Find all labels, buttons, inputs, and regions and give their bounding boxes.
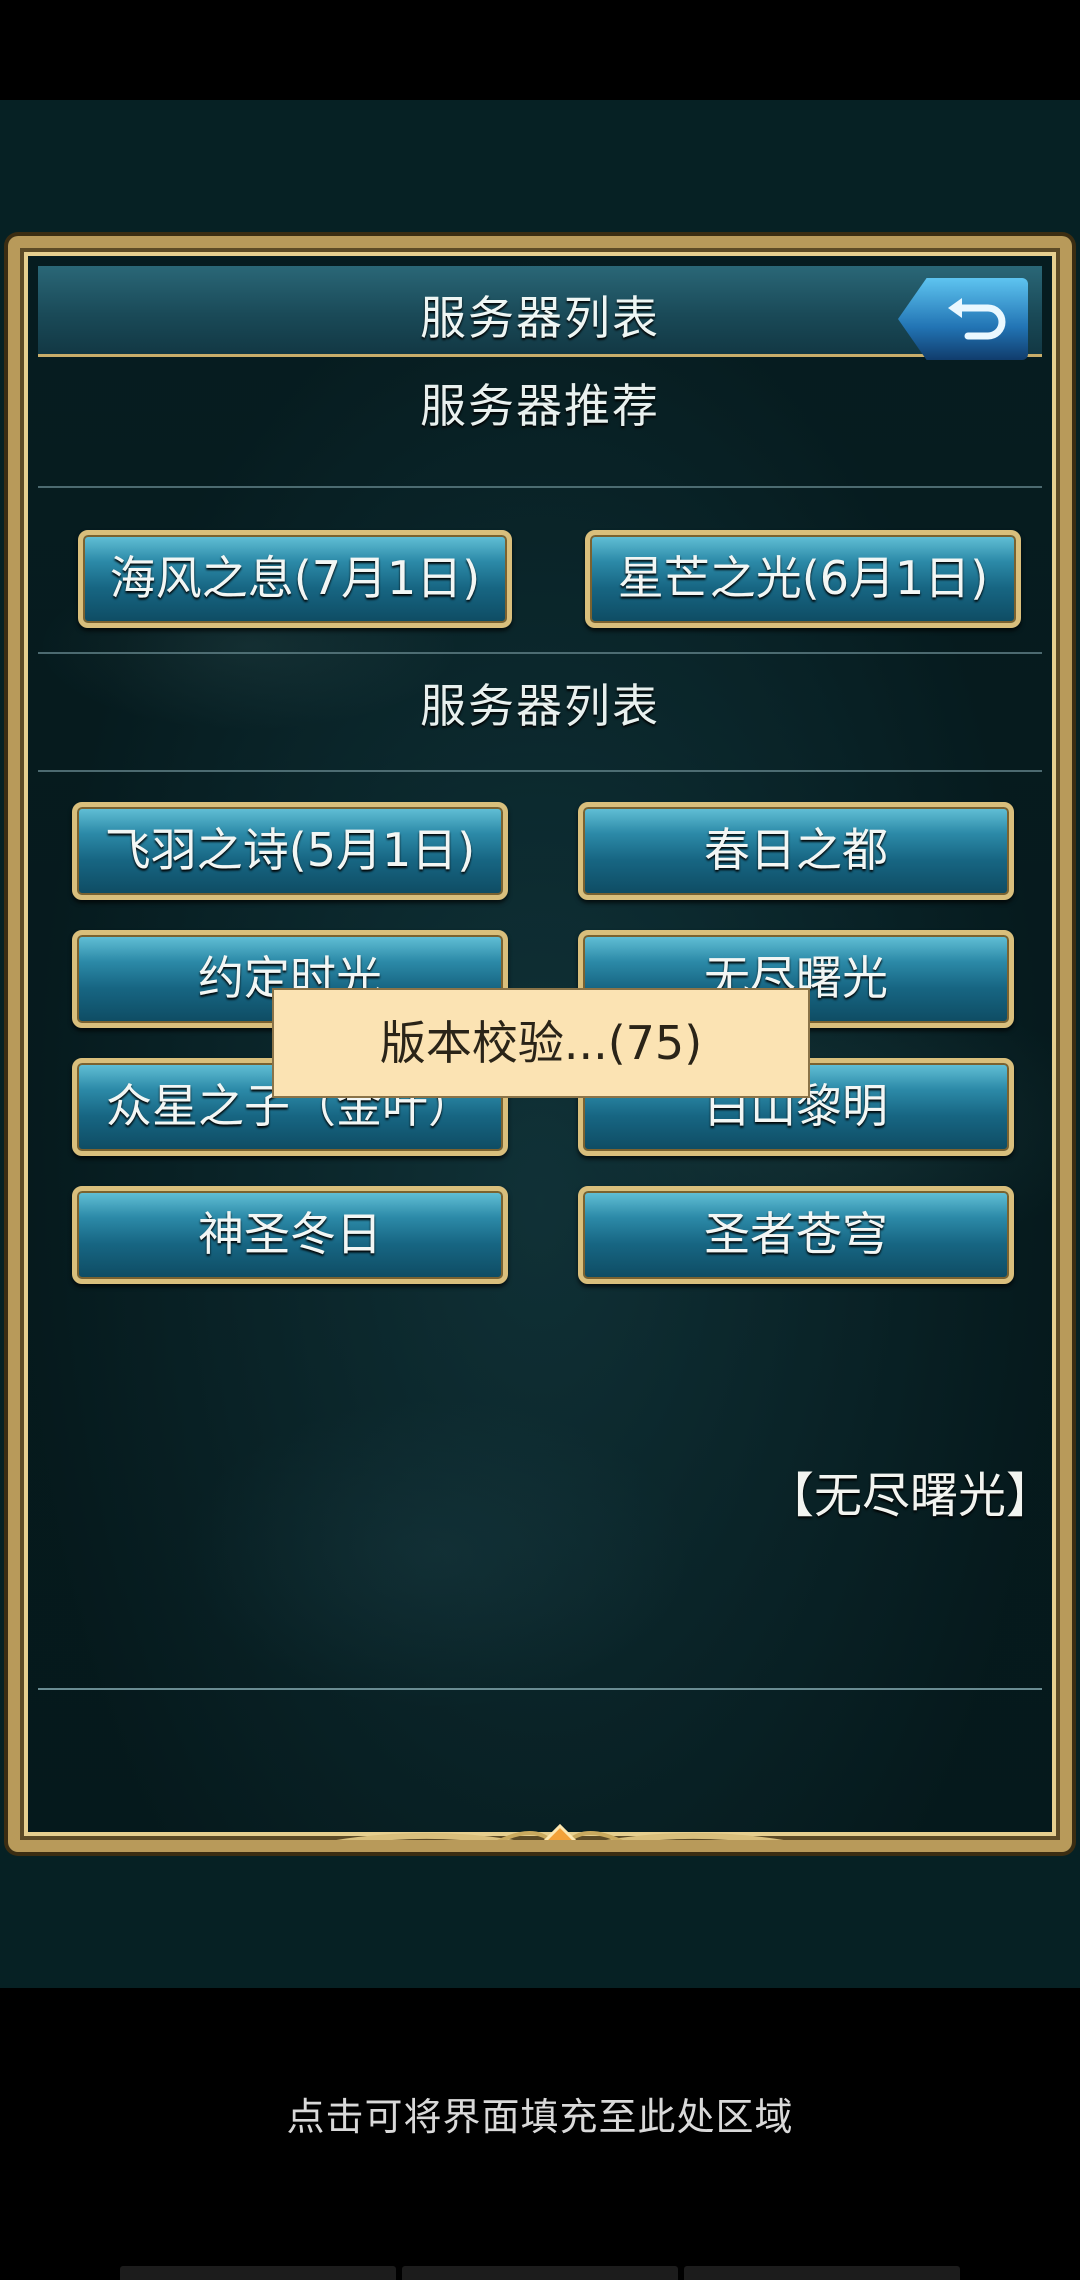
panel-header: 服务器列表 xyxy=(38,266,1042,360)
nav-segment xyxy=(402,2266,678,2280)
server-button[interactable]: 圣者苍穹 xyxy=(578,1186,1014,1284)
server-button[interactable]: 春日之都 xyxy=(578,802,1014,900)
return-arrow-icon xyxy=(948,298,1006,340)
frame-ornament-icon xyxy=(336,1823,784,1840)
recommended-section-title: 服务器推荐 xyxy=(420,379,660,433)
fill-screen-hint[interactable]: 点击可将界面填充至此处区域 xyxy=(0,2086,1080,2141)
divider xyxy=(38,1688,1042,1690)
current-server-label: 【无尽曙光】 xyxy=(765,1468,1054,1524)
panel-title: 服务器列表 xyxy=(420,291,660,345)
divider xyxy=(38,652,1042,654)
version-check-toast: 版本校验...(75) xyxy=(272,988,810,1098)
divider xyxy=(38,770,1042,772)
recommended-server-button[interactable]: 海风之息(7月1日) xyxy=(78,530,512,628)
divider xyxy=(38,486,1042,488)
navigation-bar xyxy=(120,2266,960,2280)
nav-segment xyxy=(120,2266,396,2280)
server-button[interactable]: 飞羽之诗(5月1日) xyxy=(72,802,508,900)
server-list-section-title: 服务器列表 xyxy=(420,679,660,733)
server-button[interactable]: 神圣冬日 xyxy=(72,1186,508,1284)
recommended-server-button[interactable]: 星芒之光(6月1日) xyxy=(585,530,1021,628)
nav-segment xyxy=(684,2266,960,2280)
